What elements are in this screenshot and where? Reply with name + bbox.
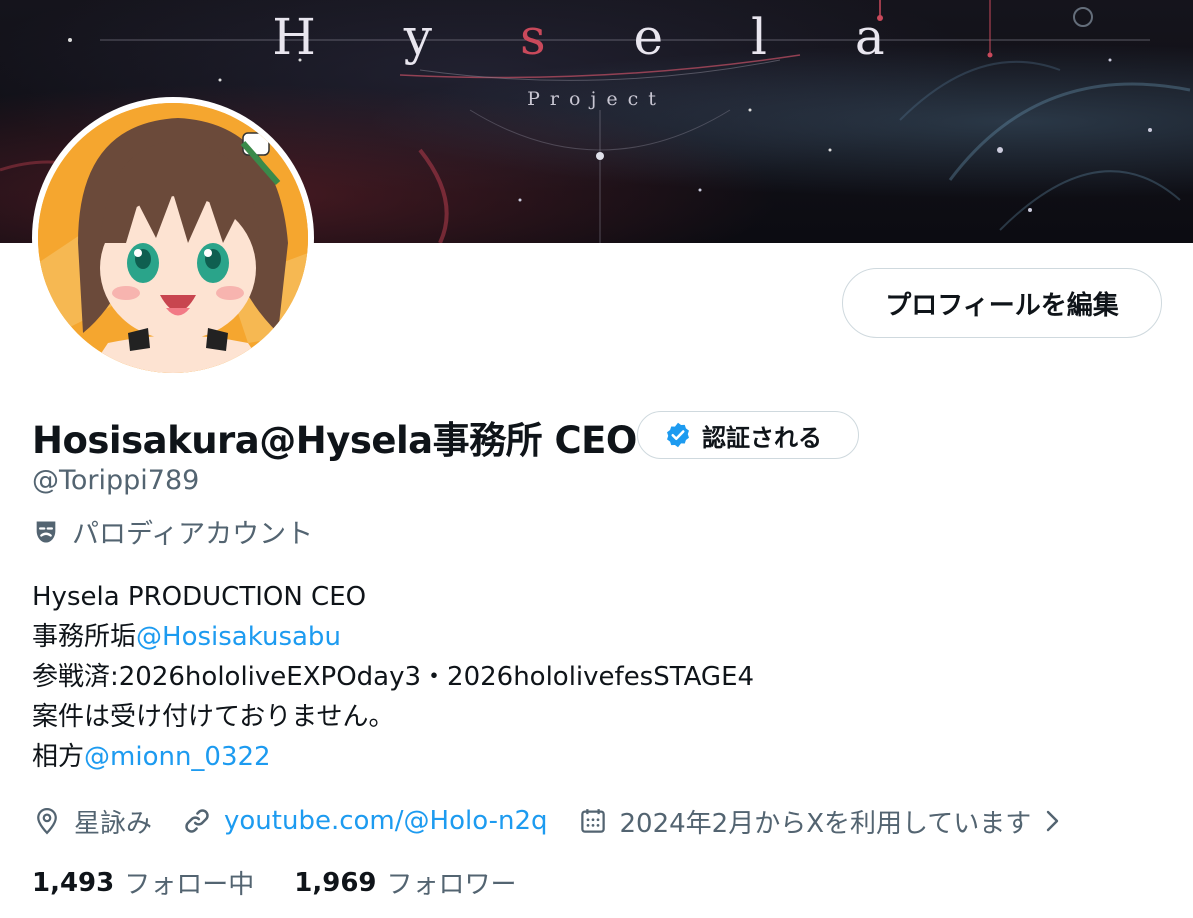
mention-link-mionn[interactable]: @mionn_0322 xyxy=(84,742,271,772)
chevron-right-icon xyxy=(1047,810,1059,832)
location-pin-icon xyxy=(37,807,57,835)
location: 星詠み xyxy=(32,803,152,840)
parody-label-text: パロディアカウント xyxy=(72,519,314,550)
bio-text: 相方 xyxy=(32,742,85,772)
profile-meta: 星詠み youtube.com/@Holo-n2q 2024年2月からXを利用し… xyxy=(32,801,1105,841)
calendar-icon xyxy=(580,809,605,833)
followers-label: フォロワー xyxy=(386,870,517,900)
bio-line: Hysela PRODUCTION CEO xyxy=(32,582,367,612)
followers-link[interactable]: 1,969 フォロワー xyxy=(294,864,516,901)
website: youtube.com/@Holo-n2q xyxy=(182,806,548,836)
following-count: 1,493 xyxy=(32,867,115,898)
bio-line: 事務所垢@Hosisakusabu xyxy=(32,617,754,657)
join-date-text: 2024年2月からXを利用しています xyxy=(619,808,1032,839)
bio-line: 案件は受け付けておりません。 xyxy=(32,702,395,732)
display-name: Hosisakura@Hysela事務所 CEO xyxy=(32,419,637,462)
user-handle: @Torippi789 xyxy=(32,465,200,496)
location-text: 星詠み xyxy=(74,808,153,839)
link-icon xyxy=(185,809,209,833)
bio-line: 参戦済:2026hololiveEXPOday3・2026hololivefes… xyxy=(32,662,755,692)
bio-text: 事務所垢 xyxy=(32,622,137,652)
bio: Hysela PRODUCTION CEO 事務所垢@Hosisakusabu … xyxy=(32,577,754,777)
following-link[interactable]: 1,493 フォロー中 xyxy=(32,864,254,901)
followers-count: 1,969 xyxy=(294,867,377,898)
mention-link-hosisakusabu[interactable]: @Hosisakusabu xyxy=(136,622,341,652)
get-verified-label: 認証される xyxy=(702,423,822,452)
join-date[interactable]: 2024年2月からXを利用しています xyxy=(578,803,1076,840)
follow-stats: 1,493 フォロー中 1,969 フォロワー xyxy=(32,864,557,901)
website-link[interactable]: youtube.com/@Holo-n2q xyxy=(224,806,547,836)
bio-line: 相方@mionn_0322 xyxy=(32,737,754,777)
banner-logo-title: H y s e l a xyxy=(272,8,921,66)
parody-account-label: パロディアカウント xyxy=(32,512,313,551)
avatar[interactable] xyxy=(32,97,314,379)
parody-mask-icon xyxy=(36,521,56,542)
avatar-image xyxy=(38,103,308,373)
following-label: フォロー中 xyxy=(124,870,255,900)
edit-profile-button[interactable]: プロフィールを編集 xyxy=(842,268,1162,338)
get-verified-button[interactable]: 認証される xyxy=(637,411,859,459)
verified-check-icon xyxy=(667,422,689,448)
